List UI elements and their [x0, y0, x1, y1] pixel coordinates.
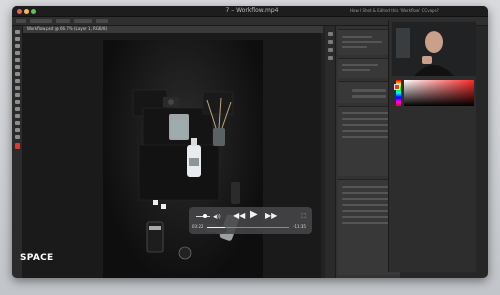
layer-row[interactable]: [342, 136, 392, 138]
crop-tool-icon[interactable]: [15, 58, 20, 62]
quick-select-tool-icon[interactable]: [15, 51, 20, 55]
tool-preset-picker[interactable]: [16, 19, 26, 23]
remaining-time: -11:35: [293, 224, 306, 229]
properties-icon[interactable]: [328, 40, 333, 44]
history-icon[interactable]: [328, 32, 333, 36]
option-control[interactable]: [96, 19, 108, 23]
elapsed-time: 03:22: [192, 224, 204, 229]
foreground-color-swatch[interactable]: [15, 143, 20, 149]
window-title: 7 – Workflow.mp4: [225, 7, 279, 14]
rewind-icon[interactable]: ◀◀: [233, 212, 245, 220]
lasso-tool-icon[interactable]: [15, 44, 20, 48]
panel-button[interactable]: [352, 95, 386, 98]
panel-row[interactable]: [342, 36, 372, 38]
zoom-window-button[interactable]: [31, 9, 36, 14]
layer-row[interactable]: [342, 112, 392, 114]
fast-forward-icon[interactable]: ▶▶: [265, 212, 277, 220]
progress-track[interactable]: [207, 227, 289, 228]
option-control[interactable]: [30, 19, 52, 23]
option-control[interactable]: [56, 19, 70, 23]
color-picker-field[interactable]: [404, 80, 474, 106]
product-still-life-illustration: [132, 89, 240, 260]
type-tool-icon[interactable]: [15, 128, 20, 132]
product-photo: [103, 40, 263, 278]
panel-row[interactable]: [342, 69, 370, 71]
webcam-feed: [392, 22, 476, 76]
history-brush-tool-icon[interactable]: [15, 93, 20, 97]
space-overlay-text: SPACE: [20, 253, 54, 263]
presenter-illustration: [392, 22, 476, 76]
layer-row[interactable]: [342, 130, 392, 132]
layer-row[interactable]: [342, 118, 392, 120]
secondary-window-title: How I Shot & Edited this 'Workflow' CCva…: [350, 8, 439, 13]
current-color-swatch[interactable]: [394, 84, 400, 90]
eraser-tool-icon[interactable]: [15, 100, 20, 104]
speaker-icon[interactable]: ◀)): [213, 213, 221, 221]
gradient-tool-icon[interactable]: [15, 107, 20, 111]
dodge-tool-icon[interactable]: [15, 114, 20, 118]
marquee-tool-icon[interactable]: [15, 37, 20, 41]
brush-tool-icon[interactable]: [15, 79, 20, 83]
play-icon[interactable]: ▶: [250, 210, 258, 220]
share-icon[interactable]: ⬚: [301, 212, 307, 220]
clone-stamp-tool-icon[interactable]: [15, 86, 20, 90]
path-select-tool-icon[interactable]: [15, 135, 20, 139]
panel-button[interactable]: [352, 89, 386, 92]
layer-row[interactable]: [342, 124, 392, 126]
minimize-window-button[interactable]: [24, 9, 29, 14]
brush-settings-icon[interactable]: [328, 56, 333, 60]
canvas-area[interactable]: [23, 33, 325, 278]
volume-knob[interactable]: [203, 214, 208, 218]
pen-tool-icon[interactable]: [15, 121, 20, 125]
adjustments-icon[interactable]: [328, 48, 333, 52]
document-tab-label: Workflow.psd @ 66.7% (Layer 1, RGB/8): [27, 26, 108, 31]
panel-icons-strip: [325, 26, 336, 278]
eyedropper-tool-icon[interactable]: [15, 65, 20, 69]
option-control[interactable]: [74, 19, 92, 23]
panel-row[interactable]: [342, 46, 367, 48]
title-bar[interactable]: 7 – Workflow.mp4 How I Shot & Edited thi…: [12, 6, 488, 17]
progress-fill: [207, 227, 226, 228]
video-controls: ◀)) ◀◀ ▶ ▶▶ ⬚ 03:22 -11:35: [189, 207, 312, 234]
close-window-button[interactable]: [17, 9, 22, 14]
document-tab[interactable]: Workflow.psd @ 66.7% (Layer 1, RGB/8): [23, 26, 323, 33]
tools-panel: [12, 26, 23, 278]
move-tool-icon[interactable]: [15, 30, 20, 34]
panel-row[interactable]: [342, 64, 378, 66]
healing-tool-icon[interactable]: [15, 72, 20, 76]
panel-row[interactable]: [342, 41, 382, 43]
